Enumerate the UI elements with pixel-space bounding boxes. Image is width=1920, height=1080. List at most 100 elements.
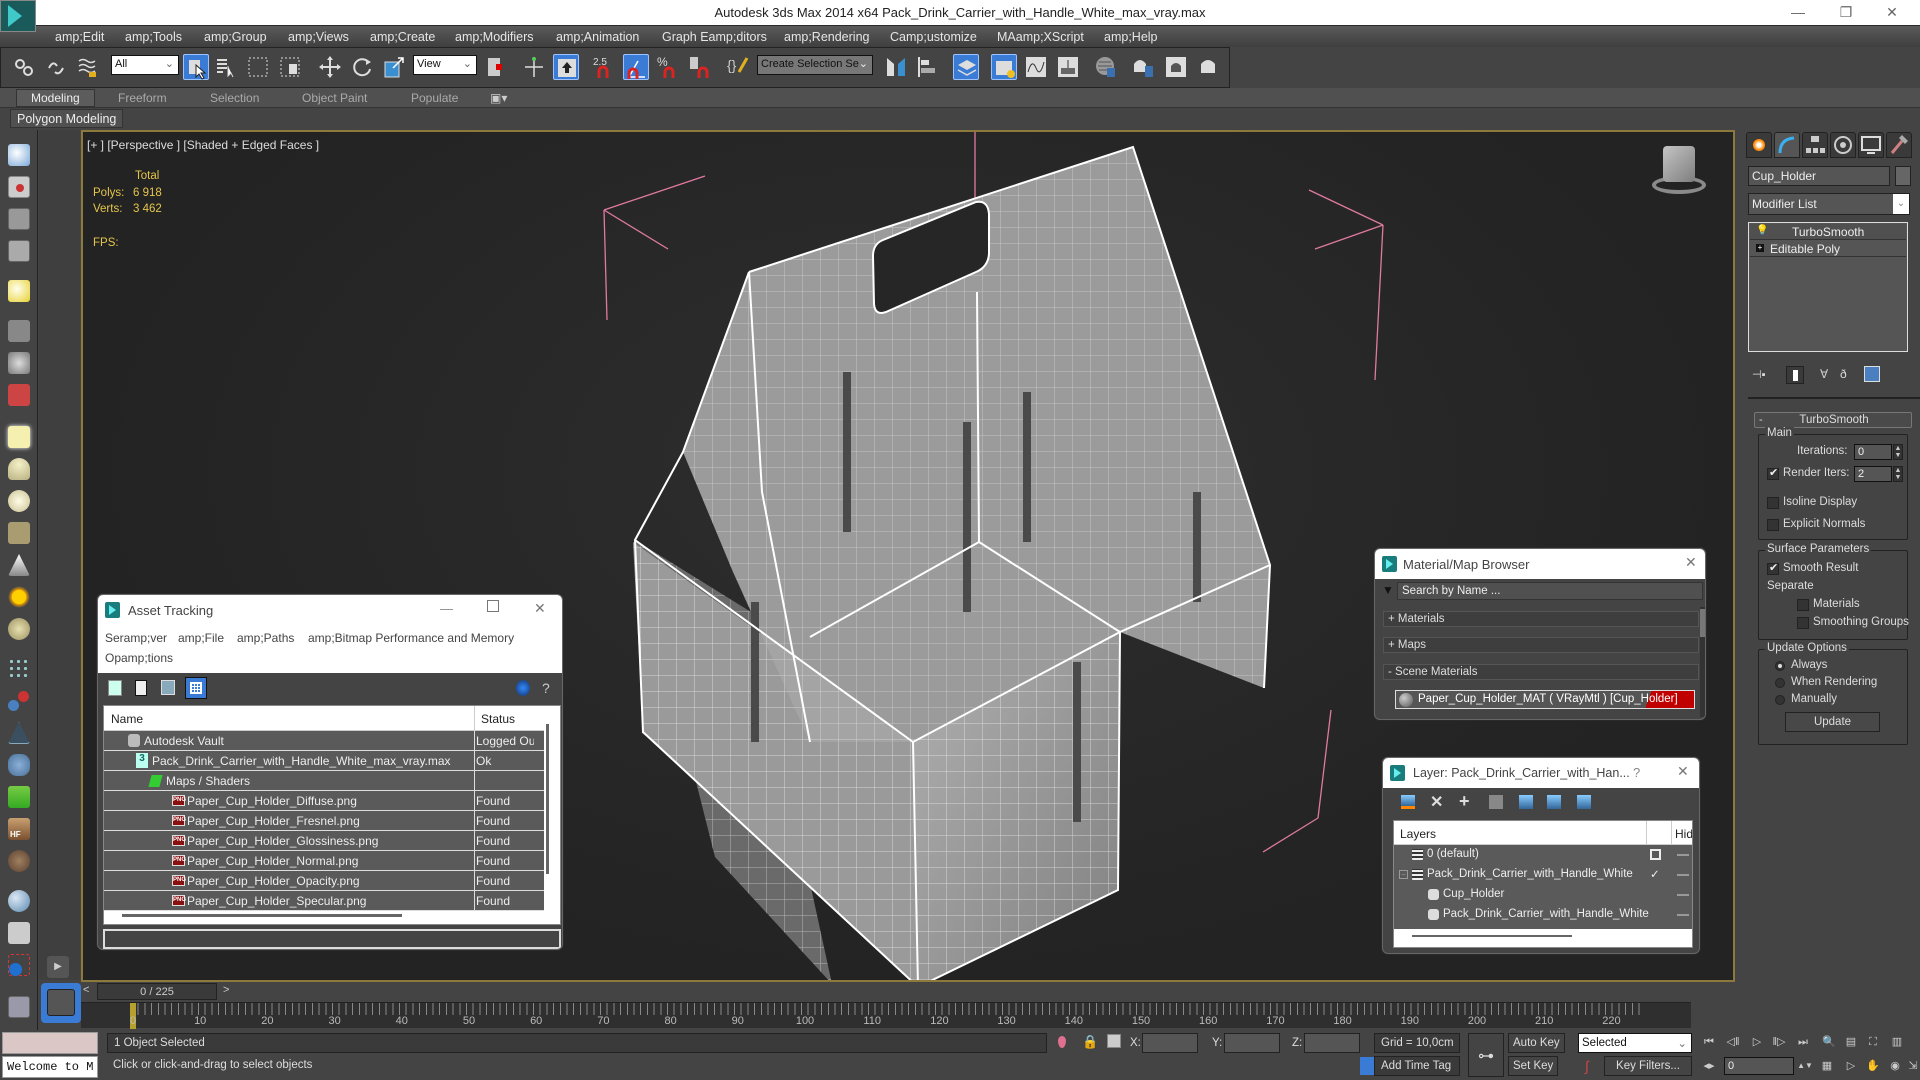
layer-row[interactable]: − Pack_Drink_Carrier_with_Handle_White ✓ bbox=[1394, 865, 1692, 885]
menu-paths[interactable]: amp;Paths bbox=[237, 631, 294, 645]
light-ies-icon[interactable] bbox=[8, 618, 30, 640]
show-end-result-icon[interactable] bbox=[1786, 366, 1804, 384]
stack-item-editable-poly[interactable]: + Editable Poly bbox=[1750, 241, 1906, 257]
remove-modifier-icon[interactable]: ð bbox=[1840, 367, 1847, 381]
align-icon[interactable] bbox=[915, 54, 941, 80]
light-list-icon[interactable] bbox=[8, 280, 30, 302]
sun-icon[interactable] bbox=[8, 586, 30, 608]
default-tangents-icon[interactable]: ∫ bbox=[1585, 1058, 1589, 1074]
close-button[interactable]: ✕ bbox=[1685, 554, 1697, 571]
update-always-radio[interactable] bbox=[1775, 661, 1785, 671]
update-when-rendering-radio[interactable] bbox=[1775, 678, 1785, 688]
current-frame-field[interactable]: 0 bbox=[1724, 1057, 1794, 1075]
menu-customize[interactable]: Camp;ustomize bbox=[890, 30, 977, 44]
go-to-start-icon[interactable]: ⏮ bbox=[1700, 1033, 1718, 1051]
minimize-button[interactable]: — bbox=[1778, 2, 1818, 24]
set-key-mode-icon[interactable]: ⊶ bbox=[1468, 1033, 1504, 1077]
selection-lock-icon[interactable]: 🔒 bbox=[1082, 1034, 1098, 1050]
next-frame-button[interactable]: > bbox=[223, 984, 235, 1000]
light-sphere-icon[interactable] bbox=[8, 490, 30, 512]
camera-3d-icon[interactable] bbox=[8, 384, 30, 406]
ribbon-tab-modeling[interactable]: Modeling bbox=[16, 89, 95, 107]
maximize-viewport-icon[interactable]: ⇲ bbox=[1904, 1057, 1920, 1075]
menu-graph-editors[interactable]: Graph Eamp;ditors bbox=[662, 30, 767, 44]
menu-views[interactable]: amp;Views bbox=[288, 30, 349, 44]
current-layer-check[interactable]: ✓ bbox=[1650, 867, 1660, 881]
previous-frame-icon[interactable]: ◁‖ bbox=[1724, 1033, 1742, 1051]
absolute-mode-icon[interactable] bbox=[1107, 1034, 1121, 1048]
zoom-extents-icon[interactable]: ⛶ bbox=[1864, 1033, 1882, 1051]
mini-curve-editor-toggle[interactable] bbox=[41, 983, 81, 1023]
set-current-layer-icon[interactable] bbox=[1547, 795, 1561, 809]
modify-tab[interactable] bbox=[1774, 132, 1800, 158]
select-by-name-icon[interactable] bbox=[213, 54, 239, 80]
unlink-icon[interactable] bbox=[43, 54, 69, 80]
object-name-field[interactable]: Cup_Holder bbox=[1748, 166, 1890, 186]
separate-smoothing-groups-checkbox[interactable] bbox=[1797, 617, 1809, 629]
menu-server[interactable]: Seramp;ver bbox=[105, 631, 167, 645]
time-slider-thumb[interactable]: 0 / 225 bbox=[97, 983, 217, 1000]
asset-row[interactable]: PNG Paper_Cup_Holder_Diffuse.png Found bbox=[104, 791, 544, 811]
rect-region-icon[interactable] bbox=[245, 54, 271, 80]
ribbon-tab-freeform[interactable]: Freeform bbox=[118, 91, 167, 105]
render-iters-checkbox[interactable] bbox=[1767, 466, 1779, 480]
link-icon[interactable] bbox=[11, 54, 37, 80]
hair-fur-icon[interactable]: HF bbox=[8, 818, 30, 840]
material-icon[interactable] bbox=[8, 922, 30, 944]
prev-frame-button[interactable]: < bbox=[83, 984, 95, 1000]
horizontal-scrollbar[interactable] bbox=[122, 914, 402, 917]
fur-ball-icon[interactable] bbox=[8, 754, 30, 776]
help-button[interactable]: ? bbox=[1633, 765, 1640, 780]
selection-filter-dropdown[interactable]: All ⌄ bbox=[111, 55, 179, 75]
camera-icon[interactable] bbox=[8, 320, 30, 342]
app-menu-button[interactable] bbox=[0, 0, 36, 32]
move-icon[interactable] bbox=[317, 54, 343, 80]
z-coordinate-field[interactable] bbox=[1304, 1033, 1360, 1053]
zoom-all-icon[interactable]: ▤ bbox=[1842, 1033, 1860, 1051]
smooth-result-checkbox[interactable] bbox=[1767, 561, 1779, 575]
asset-tracking-titlebar[interactable]: Asset Tracking — ✕ bbox=[98, 595, 562, 625]
viewcube-face[interactable] bbox=[1663, 146, 1695, 182]
window-crossing-icon[interactable] bbox=[277, 54, 303, 80]
render-icon[interactable] bbox=[1195, 54, 1221, 80]
reference-coord-dropdown[interactable]: View ⌄ bbox=[413, 55, 477, 75]
percent-snap-icon[interactable]: % bbox=[655, 54, 681, 80]
panel-grid-icon[interactable] bbox=[8, 240, 30, 262]
set-key-button[interactable]: Set Key bbox=[1508, 1056, 1559, 1076]
hide-toggle[interactable] bbox=[1677, 874, 1689, 876]
light-dome-icon[interactable] bbox=[8, 458, 30, 480]
ornatrix-icon[interactable] bbox=[8, 850, 30, 872]
schematic-view-icon[interactable] bbox=[1055, 54, 1081, 80]
freeze-layer-icon[interactable] bbox=[1577, 795, 1591, 809]
keyboard-shortcut-override-icon[interactable] bbox=[553, 54, 579, 80]
delete-layer-icon[interactable]: ✕ bbox=[1430, 792, 1443, 812]
create-layer-icon[interactable] bbox=[1401, 795, 1415, 809]
turbosmooth-rollout-header[interactable]: - TurboSmooth bbox=[1754, 412, 1912, 428]
zoom-extents-all-icon[interactable]: ▥ bbox=[1888, 1033, 1906, 1051]
teapot-icon[interactable] bbox=[8, 144, 30, 166]
orbit-icon[interactable]: ◉ bbox=[1886, 1057, 1904, 1075]
asset-row[interactable]: Maps / Shaders bbox=[104, 771, 544, 791]
menu-options[interactable]: Opamp;tions bbox=[105, 651, 173, 665]
render-iters-spinner-arrows[interactable]: ▲ ▼ bbox=[1893, 466, 1903, 482]
scene-material-item[interactable]: Paper_Cup_Holder_MAT ( VRayMtl ) [Cup_Ho… bbox=[1395, 690, 1695, 709]
key-mode-dropdown[interactable]: Selected ⌄ bbox=[1578, 1033, 1692, 1053]
create-tab[interactable] bbox=[1746, 132, 1772, 158]
object-color-swatch[interactable] bbox=[1895, 166, 1911, 186]
scale-icon[interactable] bbox=[381, 54, 407, 80]
render-frame-window-icon[interactable] bbox=[8, 176, 30, 198]
snap-toggle-icon[interactable]: 2.5 bbox=[591, 54, 617, 80]
spinner-snap-icon[interactable] bbox=[687, 54, 713, 80]
close-button[interactable]: ✕ bbox=[534, 600, 546, 617]
asset-row[interactable]: PNG Paper_Cup_Holder_Glossiness.png Found bbox=[104, 831, 544, 851]
help-icon[interactable]: ? bbox=[542, 680, 556, 696]
configure-modifier-sets-icon[interactable] bbox=[1864, 366, 1880, 382]
collapse-icon[interactable]: − bbox=[1399, 870, 1408, 879]
iterations-spinner-arrows[interactable]: ▲ ▼ bbox=[1893, 444, 1903, 460]
column-name[interactable]: Name bbox=[111, 712, 143, 726]
menu-maxscript[interactable]: MAamp;XScript bbox=[997, 30, 1084, 44]
ribbon-options-icon[interactable]: ▣▾ bbox=[490, 91, 507, 105]
pyramid-icon[interactable] bbox=[8, 722, 30, 744]
column-status[interactable]: Status bbox=[481, 712, 515, 726]
iterations-spinner[interactable]: 0 bbox=[1854, 444, 1892, 460]
